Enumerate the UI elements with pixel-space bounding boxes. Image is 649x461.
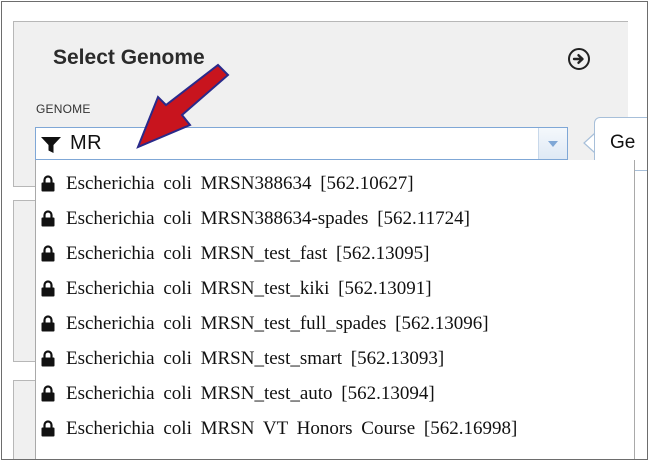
- genome-option-label: Escherichia coli MRSN_test_auto [562.130…: [66, 383, 435, 404]
- lock-icon: [41, 350, 55, 367]
- filter-icon: [41, 137, 61, 153]
- chevron-down-icon: [548, 140, 558, 147]
- lock-icon: [41, 245, 55, 262]
- lock-icon: [41, 420, 55, 437]
- lock-icon: [41, 210, 55, 227]
- dropdown-trigger[interactable]: [538, 128, 567, 159]
- red-arrow-icon: [136, 63, 230, 149]
- genome-option-label: Escherichia coli MRSN388634 [562.10627]: [66, 173, 414, 194]
- genome-field-label: GENOME: [36, 102, 91, 116]
- next-button[interactable]: [568, 48, 590, 70]
- genome-option-label: Escherichia coli MRSN388634-spades [562.…: [66, 208, 470, 229]
- lock-icon: [41, 385, 55, 402]
- genome-option-label: Escherichia coli MRSN_test_fast [562.130…: [66, 243, 430, 264]
- genome-option-label: Escherichia coli MRSN_test_kiki [562.130…: [66, 278, 432, 299]
- tooltip-text: Ge: [610, 132, 636, 153]
- screenshot-frame: Select Genome GENOME MR Ge Escherichia c…: [1, 1, 648, 460]
- lock-icon: [41, 175, 55, 192]
- genome-dropdown-list: Escherichia coli MRSN388634 [562.10627] …: [35, 160, 635, 459]
- genome-option-label: Escherichia coli MRSN_test_smart [562.13…: [66, 348, 445, 369]
- genome-option-label: Escherichia coli MRSN_test_full_spades […: [66, 313, 489, 334]
- arrow-circle-right-icon: [572, 54, 584, 64]
- genome-option-label: Escherichia coli MRSN VT Honors Course […: [66, 418, 518, 439]
- genome-filter-combobox[interactable]: MR: [35, 127, 568, 160]
- genome-filter-input[interactable]: MR: [70, 132, 102, 155]
- lock-icon: [41, 280, 55, 297]
- lock-icon: [41, 315, 55, 332]
